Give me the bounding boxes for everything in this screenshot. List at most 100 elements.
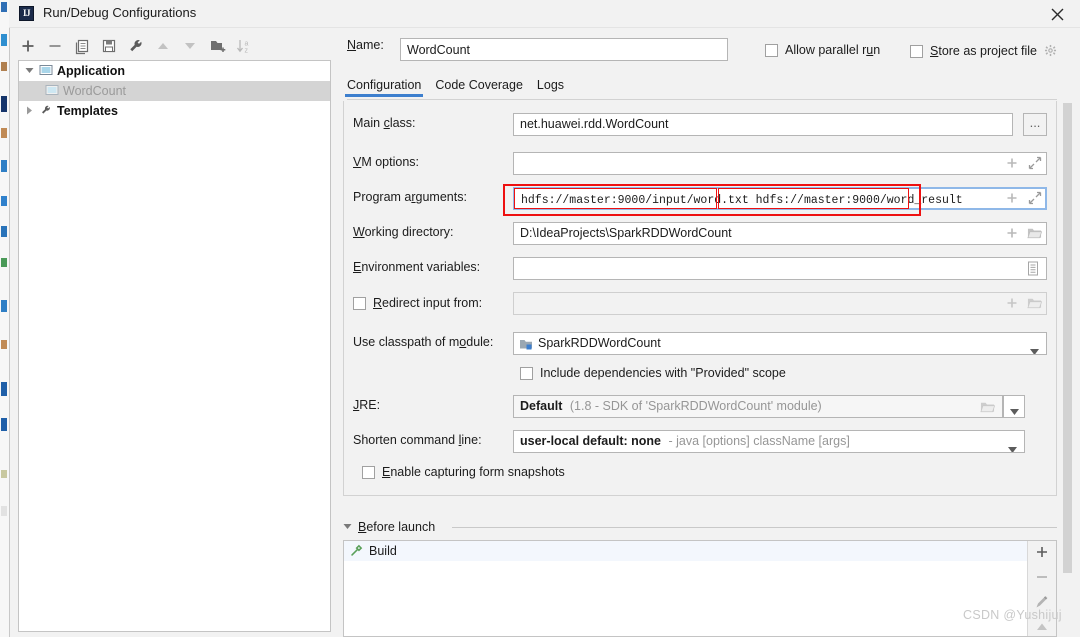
before-launch-task-build[interactable]: Build bbox=[344, 541, 1028, 561]
before-launch-task-label: Build bbox=[369, 544, 397, 558]
jre-dropdown-button[interactable] bbox=[1003, 395, 1025, 418]
configurations-tree[interactable]: Application WordCount Templates bbox=[18, 60, 331, 632]
checkbox-box[interactable] bbox=[520, 366, 533, 380]
save-configuration-button[interactable] bbox=[99, 36, 119, 56]
folder-icon bbox=[980, 402, 996, 413]
chevron-down-icon bbox=[1010, 404, 1019, 418]
expand-twisty-icon[interactable] bbox=[19, 64, 39, 78]
checkbox-box[interactable] bbox=[910, 44, 923, 58]
vm-options-label: VM options: bbox=[353, 155, 420, 169]
add-configuration-button[interactable] bbox=[18, 36, 38, 56]
configuration-tabs: Configuration Code Coverage Logs bbox=[344, 78, 1057, 100]
close-button[interactable] bbox=[1035, 0, 1080, 27]
copy-configuration-button[interactable] bbox=[72, 36, 92, 56]
create-folder-button[interactable] bbox=[208, 36, 228, 56]
program-arguments-expand-button[interactable] bbox=[1028, 191, 1042, 208]
jre-browse-button[interactable] bbox=[980, 400, 996, 417]
add-before-launch-task-button[interactable] bbox=[1033, 543, 1051, 561]
tree-node-wordcount[interactable]: WordCount bbox=[19, 81, 330, 101]
minus-icon bbox=[1037, 576, 1047, 578]
working-directory-browse-button[interactable] bbox=[1027, 226, 1043, 243]
shorten-command-line-value: user-local default: none bbox=[520, 434, 661, 448]
tab-logs[interactable]: Logs bbox=[537, 78, 564, 97]
enable-capturing-form-snapshots-label: Enable capturing form snapshots bbox=[382, 465, 565, 479]
expand-icon bbox=[1028, 156, 1042, 170]
shorten-command-line-row: Shorten command line: user-local default… bbox=[344, 430, 1058, 453]
use-classpath-of-module-row: Use classpath of module: SparkRDDWordCou… bbox=[344, 332, 1058, 355]
store-as-project-file-label: Store as project file bbox=[930, 44, 1038, 58]
working-directory-input[interactable]: D:\IdeaProjects\SparkRDDWordCount bbox=[513, 222, 1047, 245]
program-arguments-input[interactable]: hdfs://master:9000/input/word.txt hdfs:/… bbox=[513, 187, 1047, 210]
move-up-button[interactable] bbox=[153, 36, 173, 56]
tree-node-label: Application bbox=[57, 64, 126, 78]
before-launch-panel: Build bbox=[343, 540, 1057, 637]
redirect-input-browse-button[interactable] bbox=[1027, 296, 1043, 313]
tree-node-templates[interactable]: Templates bbox=[19, 101, 330, 121]
remove-configuration-button[interactable] bbox=[45, 36, 65, 56]
application-icon bbox=[39, 63, 57, 80]
chevron-down-icon[interactable] bbox=[1008, 439, 1017, 452]
content-vertical-scrollbar[interactable] bbox=[1061, 101, 1074, 597]
main-class-row: Main class: net.huawei.rdd.WordCount ... bbox=[344, 113, 1058, 136]
folder-icon bbox=[1027, 298, 1043, 309]
environment-variables-browse-button[interactable] bbox=[1026, 261, 1040, 279]
use-classpath-of-module-label: Use classpath of module: bbox=[353, 335, 494, 349]
use-classpath-of-module-value: SparkRDDWordCount bbox=[538, 336, 661, 350]
jre-combo[interactable]: Default (1.8 - SDK of 'SparkRDDWordCount… bbox=[513, 395, 1003, 418]
watermark: CSDN @Yushijuj bbox=[963, 608, 1062, 622]
chevron-down-icon[interactable] bbox=[1030, 341, 1039, 354]
checkbox-box[interactable] bbox=[765, 43, 778, 57]
before-launch-twisty-icon[interactable] bbox=[343, 520, 352, 534]
name-input[interactable] bbox=[400, 38, 728, 61]
allow-parallel-run-label: Allow parallel run bbox=[785, 43, 881, 57]
main-class-input[interactable]: net.huawei.rdd.WordCount bbox=[513, 113, 1013, 136]
allow-parallel-run-checkbox[interactable]: Allow parallel run bbox=[765, 43, 880, 57]
redirect-input-insert-macro-button[interactable] bbox=[1005, 296, 1019, 313]
enable-capturing-form-snapshots-checkbox[interactable]: Enable capturing form snapshots bbox=[362, 465, 565, 479]
move-down-button[interactable] bbox=[180, 36, 200, 56]
shorten-command-line-combo[interactable]: user-local default: none - java [options… bbox=[513, 430, 1025, 453]
scrollbar-thumb[interactable] bbox=[1063, 103, 1072, 573]
gear-icon[interactable] bbox=[1044, 44, 1057, 60]
tab-configuration[interactable]: Configuration bbox=[344, 78, 424, 97]
dialog-title: Run/Debug Configurations bbox=[43, 5, 197, 20]
edit-templates-button[interactable] bbox=[126, 36, 146, 56]
collapse-twisty-icon[interactable] bbox=[19, 104, 39, 118]
list-icon bbox=[1028, 261, 1038, 276]
ellipsis-icon: ... bbox=[1029, 115, 1041, 130]
remove-before-launch-task-button[interactable] bbox=[1033, 568, 1051, 586]
redirect-input-row: Redirect input from: bbox=[344, 292, 1058, 315]
environment-variables-input[interactable] bbox=[513, 257, 1047, 280]
redirect-input-from-input[interactable] bbox=[513, 292, 1047, 315]
environment-variables-row: Environment variables: bbox=[344, 257, 1058, 280]
wrench-icon bbox=[39, 103, 57, 120]
intellij-idea-icon: IJ bbox=[19, 6, 34, 21]
checkbox-box[interactable] bbox=[353, 296, 366, 310]
main-class-browse-button[interactable]: ... bbox=[1023, 113, 1047, 136]
arrow-down-icon bbox=[185, 43, 195, 49]
tab-code-coverage[interactable]: Code Coverage bbox=[435, 78, 523, 97]
plus-icon bbox=[1007, 298, 1017, 308]
application-icon bbox=[45, 83, 63, 100]
plus-icon bbox=[1007, 193, 1017, 203]
tree-node-label: Templates bbox=[57, 104, 118, 118]
name-label: Name: bbox=[347, 38, 384, 52]
sort-configurations-button[interactable]: a z bbox=[234, 36, 254, 56]
use-classpath-of-module-combo[interactable]: SparkRDDWordCount bbox=[513, 332, 1047, 355]
run-debug-configurations-dialog: IJ Run/Debug Configurations a z Applicat… bbox=[0, 0, 1080, 637]
store-as-project-file-checkbox[interactable]: Store as project file bbox=[910, 43, 1057, 59]
vm-options-expand-button[interactable] bbox=[1028, 156, 1042, 173]
vm-options-input[interactable] bbox=[513, 152, 1047, 175]
tree-node-application[interactable]: Application bbox=[19, 61, 330, 81]
plus-icon bbox=[1037, 547, 1047, 557]
working-directory-insert-macro-button[interactable] bbox=[1005, 226, 1019, 243]
include-provided-scope-checkbox[interactable]: Include dependencies with "Provided" sco… bbox=[520, 366, 786, 380]
build-hammer-icon bbox=[350, 544, 363, 560]
program-arguments-value: hdfs://master:9000/input/word.txt hdfs:/… bbox=[521, 194, 963, 207]
checkbox-box[interactable] bbox=[362, 465, 375, 479]
program-arguments-insert-macro-button[interactable] bbox=[1005, 191, 1019, 208]
vm-options-insert-macro-button[interactable] bbox=[1005, 156, 1019, 173]
folder-icon bbox=[1027, 228, 1043, 239]
configuration-form-panel: Main class: net.huawei.rdd.WordCount ...… bbox=[343, 101, 1057, 496]
redirect-input-from-checkbox[interactable]: Redirect input from: bbox=[353, 296, 482, 310]
